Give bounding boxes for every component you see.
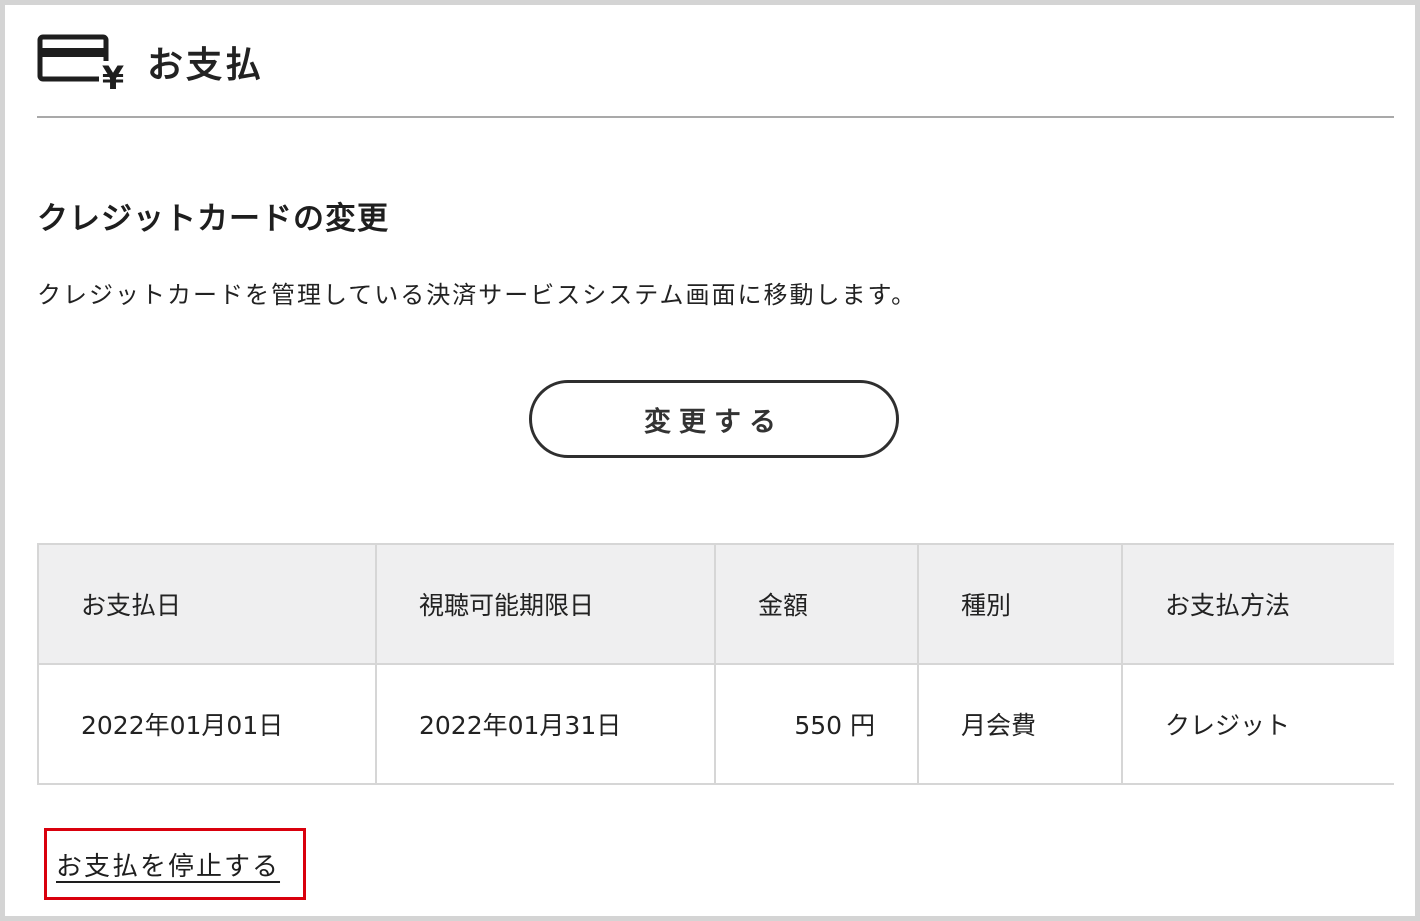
cell-payment-date: 2022年01月01日 — [37, 663, 377, 785]
page-frame: ¥ お支払 クレジットカードの変更 クレジットカードを管理している決済サービスシ… — [0, 0, 1420, 921]
table-header-row: お支払日 視聴可能期限日 金額 種別 お支払方法 — [37, 543, 1394, 665]
page-title: お支払 — [147, 45, 265, 86]
column-header-viewing-deadline: 視聴可能期限日 — [375, 543, 716, 665]
page-header: ¥ お支払 — [37, 31, 265, 97]
cell-type: 月会費 — [917, 663, 1123, 785]
card-change-heading: クレジットカードの変更 — [37, 201, 389, 237]
card-yen-icon: ¥ — [37, 31, 129, 97]
change-card-button[interactable]: 変更する — [529, 380, 899, 458]
cell-viewing-deadline: 2022年01月31日 — [375, 663, 716, 785]
stop-payment-highlight: お支払を停止する — [44, 828, 306, 900]
table-row: 2022年01月01日 2022年01月31日 550 円 月会費 クレジット — [37, 663, 1394, 785]
column-header-amount: 金額 — [714, 543, 919, 665]
card-change-description: クレジットカードを管理している決済サービスシステム画面に移動します。 — [37, 281, 918, 309]
column-header-payment-method: お支払方法 — [1121, 543, 1394, 665]
header-divider — [37, 116, 1394, 118]
cell-amount: 550 円 — [714, 663, 919, 785]
column-header-type: 種別 — [917, 543, 1123, 665]
cell-payment-method: クレジット — [1121, 663, 1394, 785]
column-header-payment-date: お支払日 — [37, 543, 377, 665]
payments-table-container: お支払日 視聴可能期限日 金額 種別 お支払方法 2022年01月01日 202… — [37, 543, 1394, 793]
svg-text:¥: ¥ — [102, 59, 124, 93]
stop-payment-link[interactable]: お支払を停止する — [56, 846, 280, 883]
payments-table: お支払日 視聴可能期限日 金額 種別 お支払方法 2022年01月01日 202… — [37, 543, 1394, 785]
